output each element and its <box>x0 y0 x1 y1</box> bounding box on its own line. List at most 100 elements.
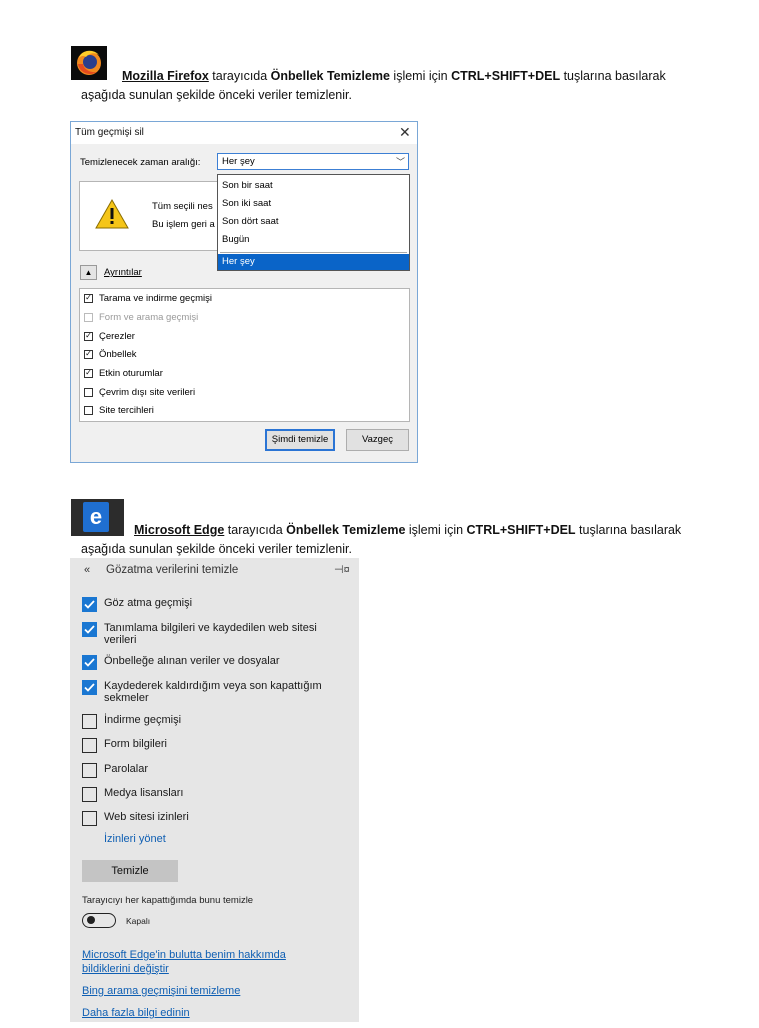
history-item-label: Form ve arama geçmişi <box>99 311 199 323</box>
history-item: Form ve arama geçmişi <box>84 310 198 324</box>
checkbox-unchecked[interactable] <box>82 811 97 826</box>
checkbox-checked[interactable] <box>82 622 97 637</box>
dropdown-option-selected[interactable]: Her şey <box>218 254 409 270</box>
clear-option[interactable]: Kaydederek kaldırdığım veya son kapattığ… <box>82 680 349 704</box>
history-item[interactable]: ✓ Tarama ve indirme geçmişi <box>84 291 212 305</box>
chevron-up-icon: ▲ <box>84 268 93 277</box>
dropdown-option[interactable]: Son dört saat <box>218 214 409 230</box>
clear-option-label: Parolalar <box>104 763 149 775</box>
chevron-down-icon: ﹀ <box>395 157 405 167</box>
close-icon[interactable]: ✕ <box>399 124 411 141</box>
text-fragment: işlemi için <box>405 523 467 537</box>
checkbox-unchecked[interactable] <box>82 738 97 753</box>
edge-link[interactable]: Microsoft Edge <box>134 523 224 537</box>
checkbox-checked[interactable] <box>82 655 97 670</box>
clear-on-close-toggle[interactable] <box>82 913 116 928</box>
checkbox-unchecked[interactable] <box>82 763 97 778</box>
history-item[interactable]: ✓ Etkin oturumlar <box>84 366 163 380</box>
checkbox-unchecked[interactable] <box>84 387 93 397</box>
warning-icon <box>94 198 130 233</box>
panel-title: Gözatma verilerini temizle <box>106 564 239 576</box>
text-fragment: tuşlarına basılarak <box>560 69 666 83</box>
clear-option[interactable]: Form bilgileri <box>82 738 344 753</box>
history-item[interactable]: ✓ Önbellek <box>84 347 137 361</box>
history-item[interactable]: Çevrim dışı site verileri <box>84 385 195 399</box>
firefox-intro-line2: aşağıda sunulan şekilde önceki veriler t… <box>81 88 352 102</box>
clear-option-label: Önbelleğe alınan veriler ve dosyalar <box>104 655 280 667</box>
checkbox-checked[interactable]: ✓ <box>84 331 93 341</box>
clear-option[interactable]: Göz atma geçmişi <box>82 597 344 612</box>
clear-option[interactable]: Önbelleğe alınan veriler ve dosyalar <box>82 655 344 670</box>
edge-logo-icon: e <box>71 499 124 536</box>
back-icon[interactable]: « <box>84 564 90 576</box>
history-item-label: Önbellek <box>99 348 137 360</box>
text-fragment: tuşlarına basılarak <box>575 523 682 537</box>
dropdown-option[interactable]: Son iki saat <box>218 196 409 212</box>
clear-option-label: İndirme geçmişi <box>104 714 182 726</box>
manage-permissions-link[interactable]: İzinleri yönet <box>104 832 166 846</box>
pin-icon[interactable]: ⊣¤ <box>334 563 350 576</box>
history-item[interactable]: Site tercihleri <box>84 403 154 417</box>
learn-more-link[interactable]: Daha fazla bilgi edinin <box>82 1006 190 1020</box>
history-item-label: Çevrim dışı site verileri <box>99 386 196 398</box>
firefox-link[interactable]: Mozilla Firefox <box>122 69 209 83</box>
checkbox-checked[interactable]: ✓ <box>84 293 93 303</box>
checkbox-unchecked[interactable] <box>84 405 93 415</box>
checkbox-checked[interactable]: ✓ <box>84 368 93 378</box>
history-items-list: ✓ Tarama ve indirme geçmişi Form ve aram… <box>79 288 410 422</box>
checkbox-unchecked[interactable] <box>82 714 97 729</box>
checkbox-unchecked[interactable] <box>82 787 97 802</box>
time-range-dropdown: Son bir saat Son iki saat Son dört saat … <box>217 174 410 271</box>
time-range-label: Temizlenecek zaman aralığı: <box>80 157 200 168</box>
time-range-label-text: Temizlenecek zaman aralığı: <box>80 157 201 168</box>
warning-text-line1: Tüm seçili nes <box>152 201 213 212</box>
checkbox-checked[interactable] <box>82 680 97 695</box>
shortcut-keys: CTRL+SHIFT+DEL <box>466 523 576 537</box>
dropdown-option[interactable]: Son bir saat <box>218 178 409 194</box>
text-fragment: tarayıcıda <box>224 523 287 537</box>
checkbox-checked[interactable] <box>82 597 97 612</box>
dropdown-separator <box>220 252 407 253</box>
clear-option[interactable]: Parolalar <box>82 763 344 778</box>
cancel-button[interactable]: Vazgeç <box>346 429 409 451</box>
clear-option-label: Tanımlama bilgileri ve kaydedilen web si… <box>104 622 317 646</box>
details-label[interactable]: Ayrıntılar <box>104 267 142 278</box>
firefox-clear-history-dialog: Tüm geçmişi sil ✕ Temizlenecek zaman ara… <box>70 121 418 463</box>
edge-intro-line1: Microsoft Edge tarayıcıda Önbellek Temiz… <box>134 522 681 539</box>
history-item-label: Site tercihleri <box>99 404 154 416</box>
warning-box: Tüm seçili nes Bu işlem geri a <box>79 181 229 251</box>
text-fragment: tarayıcıda <box>208 69 271 83</box>
checkbox-checked[interactable]: ✓ <box>84 349 93 359</box>
clear-option-label: Kaydederek kaldırdığım veya son kapattığ… <box>104 680 322 704</box>
time-range-value: Her şey <box>222 156 255 167</box>
bing-history-link[interactable]: Bing arama geçmişini temizleme <box>82 984 240 998</box>
history-item-label: Tarama ve indirme geçmişi <box>99 292 212 304</box>
edge-intro-line2: aşağıda sunulan şekilde önceki veriler t… <box>81 542 352 556</box>
clear-now-button[interactable]: Şimdi temizle <box>265 429 335 451</box>
time-range-select[interactable]: Her şey ﹀ <box>217 153 409 170</box>
history-item[interactable]: ✓ Çerezler <box>84 329 135 343</box>
details-toggle-button[interactable]: ▲ <box>80 265 97 280</box>
clear-option-label: Web sitesi izinleri <box>104 811 189 823</box>
text-fragment: işlemi için <box>389 69 452 83</box>
dropdown-option[interactable]: Bugün <box>218 232 409 248</box>
history-item-label: Çerezler <box>99 330 135 342</box>
clear-option[interactable]: İndirme geçmişi <box>82 714 344 729</box>
clear-button[interactable]: Temizle <box>82 860 178 882</box>
clear-option[interactable]: Web sitesi izinleri <box>82 811 344 826</box>
cloud-data-link-line1: Microsoft Edge'in bulutta benim hakkımda <box>82 949 286 961</box>
firefox-intro-line1: Mozilla Firefox tarayıcıda Önbellek Temi… <box>122 68 666 85</box>
cloud-data-link-line2: bildiklerini değiştir <box>82 963 169 975</box>
svg-text:e: e <box>90 504 102 529</box>
clear-option[interactable]: Medya lisansları <box>82 787 344 802</box>
toggle-state-label: Kapalı <box>126 916 151 926</box>
clear-option-label: Form bilgileri <box>104 738 167 750</box>
cloud-data-link[interactable]: Microsoft Edge'in bulutta benim hakkımda… <box>82 948 286 976</box>
clear-option-label: Göz atma geçmişi <box>104 597 193 609</box>
toggle-knob <box>87 916 95 924</box>
firefox-logo-icon <box>71 46 107 80</box>
dialog-title: Tüm geçmişi sil <box>75 127 144 138</box>
clear-on-close-label: Tarayıcıyı her kapattığımda bunu temizle <box>82 895 254 906</box>
clear-option[interactable]: Tanımlama bilgileri ve kaydedilen web si… <box>82 622 334 646</box>
cache-clear-term: Önbellek Temizleme <box>286 523 406 537</box>
